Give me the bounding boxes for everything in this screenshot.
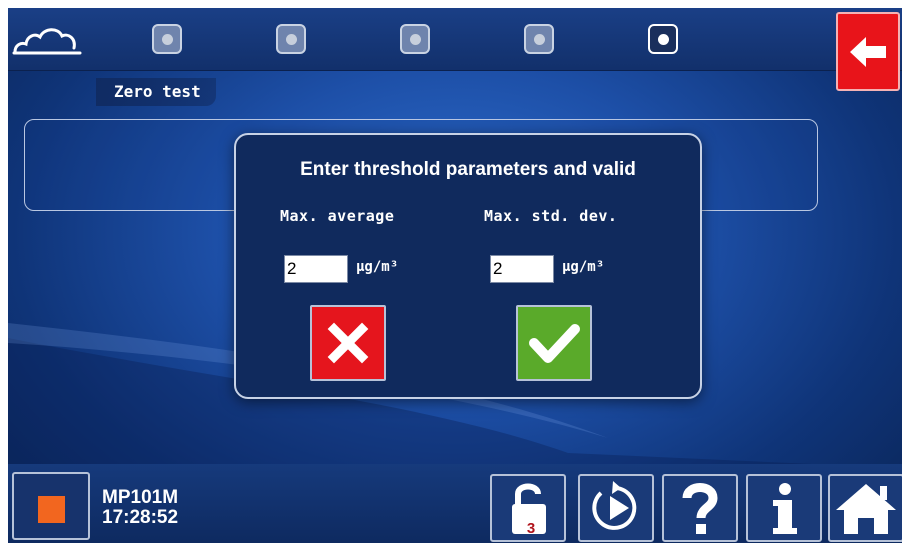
help-button[interactable] [662,474,738,542]
start-button[interactable] [578,474,654,542]
max-average-input[interactable] [284,255,348,283]
help-icon [682,483,718,534]
step-indicator-3[interactable] [400,24,430,54]
step-indicator-4[interactable] [524,24,554,54]
step-dot [286,34,297,45]
step-dot [162,34,173,45]
max-std-dev-unit: µg/m³ [562,259,605,275]
cloud-logo-icon [12,28,82,55]
step-indicator-1[interactable] [152,24,182,54]
stop-button[interactable] [12,472,90,540]
step-indicator-2[interactable] [276,24,306,54]
top-bar [8,8,902,71]
unlock-button[interactable]: 3 [490,474,566,542]
max-std-dev-label: Max. std. dev. [484,207,618,225]
back-button[interactable] [836,12,900,91]
dialog-title: Enter threshold parameters and valid [300,159,636,180]
info-icon [773,483,797,534]
cancel-button[interactable] [310,305,386,381]
stop-icon [38,496,65,523]
step-dot [534,34,545,45]
section-label: Zero test [96,78,216,106]
access-level: 3 [526,520,536,537]
max-average-label: Max. average [280,207,395,225]
confirm-button[interactable] [516,305,592,381]
bottom-bar: MP101M 17:28:52 3 [8,464,902,543]
step-dot [658,34,669,45]
clock-time: 17:28:52 [102,507,179,528]
close-icon [327,322,369,364]
screen: Zero test Enter threshold parameters and… [8,8,902,543]
checkmark-icon [529,324,580,363]
home-icon [836,484,896,534]
device-name: MP101M [102,487,179,508]
arrow-left-icon [850,37,886,67]
info-button[interactable] [746,474,822,542]
threshold-dialog: Enter threshold parameters and valid Max… [234,133,702,399]
max-std-dev-input[interactable] [490,255,554,283]
step-dot [410,34,421,45]
step-indicator-5[interactable] [648,24,678,54]
max-average-unit: µg/m³ [356,259,399,275]
play-icon [592,481,637,530]
home-button[interactable] [828,474,902,542]
